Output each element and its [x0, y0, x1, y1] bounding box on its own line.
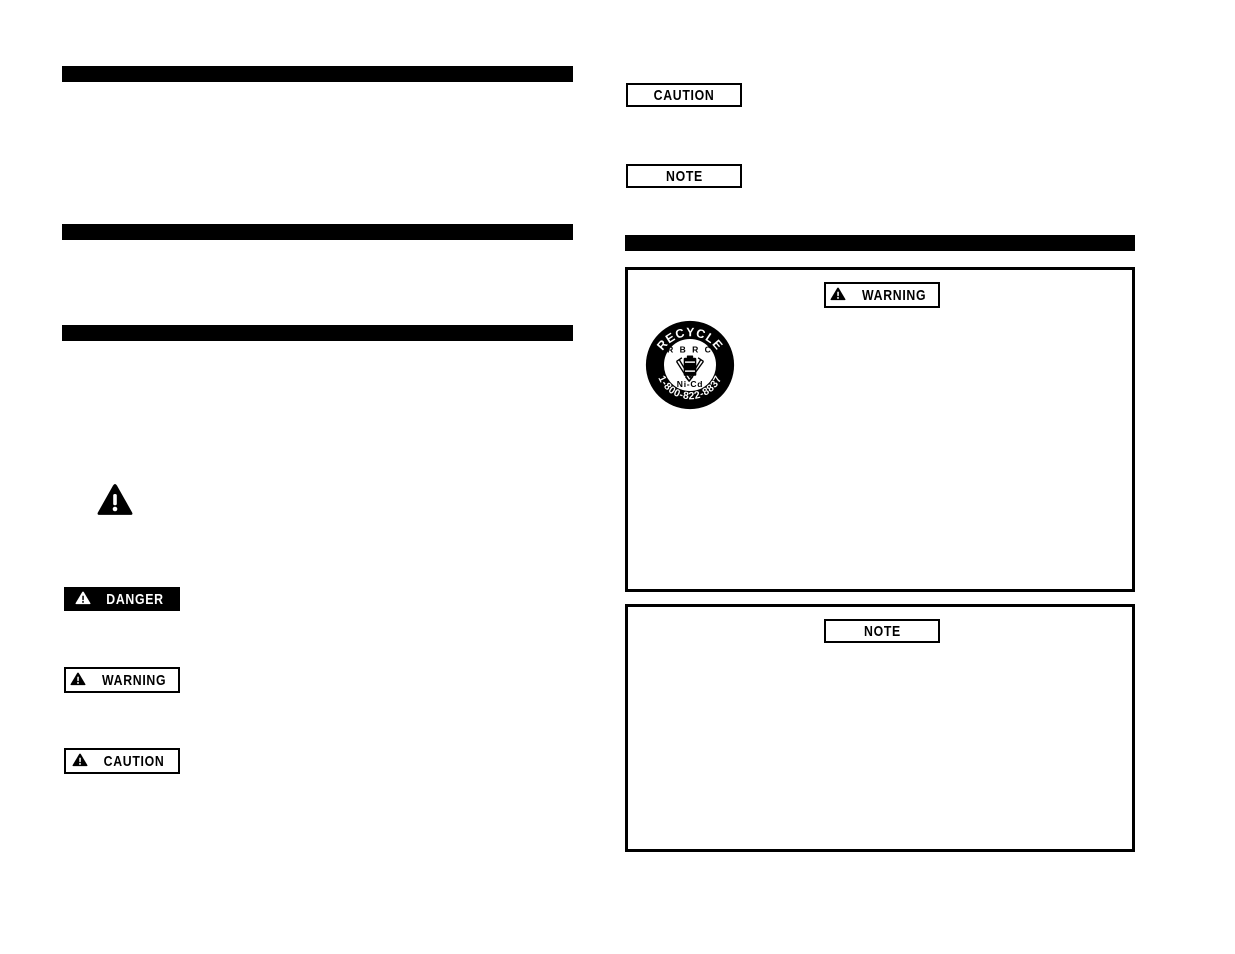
note-badge-boxed-label: NOTE — [863, 622, 901, 640]
warning-triangle-icon — [75, 590, 91, 608]
warning-triangle-icon — [72, 752, 88, 770]
warning-badge-boxed-label: WARNING — [862, 286, 927, 304]
svg-text:Ni-Cd: Ni-Cd — [677, 379, 703, 389]
rbrc-recycle-seal: RECYCLE 1-800-822-8837 R B R C Ni-Cd — [645, 320, 735, 410]
note-callout-box: NOTE — [625, 604, 1135, 852]
danger-badge: DANGER — [64, 587, 180, 611]
manual-page: DANGER WARNING CAUTION CAUTION NOTE WARN… — [0, 0, 1235, 954]
note-badge-right: NOTE — [626, 164, 742, 188]
warning-triangle-icon — [70, 671, 86, 689]
caution-badge: CAUTION — [64, 748, 180, 774]
note-badge-boxed: NOTE — [824, 619, 940, 643]
note-badge-right-label: NOTE — [665, 167, 703, 185]
danger-badge-label: DANGER — [105, 590, 164, 608]
warning-triangle-symbol — [96, 483, 134, 518]
warning-badge-boxed: WARNING — [824, 282, 940, 308]
caution-badge-right: CAUTION — [626, 83, 742, 107]
section-bar-1 — [62, 66, 573, 82]
warning-callout-box: WARNING RECYCLE 1-800-822-8837 R B R C N… — [625, 267, 1135, 592]
caution-badge-label: CAUTION — [104, 752, 165, 770]
caution-badge-right-label: CAUTION — [653, 86, 715, 104]
section-bar-3 — [62, 325, 573, 341]
warning-badge-label: WARNING — [102, 671, 167, 689]
warning-badge: WARNING — [64, 667, 180, 693]
section-bar-4 — [625, 235, 1135, 251]
svg-text:R B R C: R B R C — [667, 344, 713, 354]
section-bar-2 — [62, 224, 573, 240]
warning-triangle-icon — [830, 286, 846, 304]
